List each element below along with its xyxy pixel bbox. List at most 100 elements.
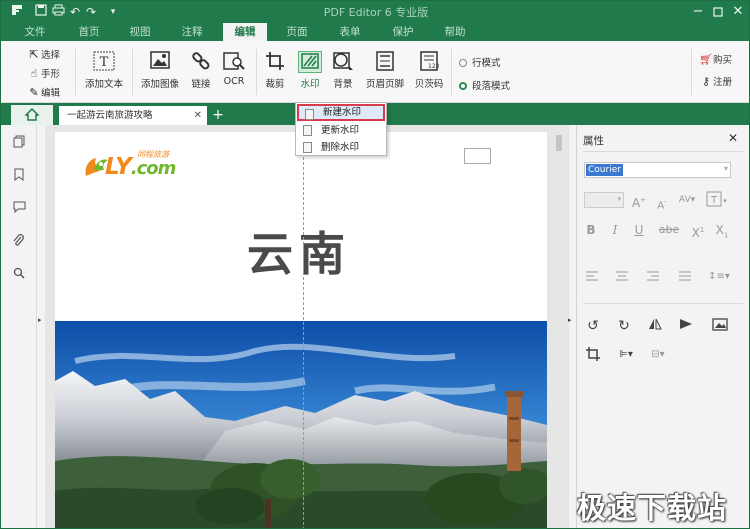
subscript-icon[interactable]: X1 — [713, 222, 731, 239]
close-panel-icon[interactable]: ✕ — [728, 131, 738, 145]
menu-comment[interactable]: 注释 — [172, 23, 212, 41]
center-guide-line — [303, 132, 304, 528]
hand-tool[interactable]: ☝ 手形 — [27, 66, 60, 82]
new-watermark-item[interactable]: 新建水印 — [297, 104, 385, 121]
image-icon — [148, 51, 172, 73]
menu-edit[interactable]: 编辑 — [223, 23, 267, 41]
bates-icon: 123 — [417, 51, 441, 73]
document-viewport[interactable]: 同程旅游 LY.com 云南 — [45, 125, 569, 528]
ribbon-separator — [451, 49, 452, 95]
update-watermark-item[interactable]: 更新水印 — [297, 122, 385, 139]
vertical-scrollbar[interactable] — [556, 135, 562, 528]
flip-vertical-icon[interactable] — [677, 318, 695, 334]
menu-file[interactable]: 文件 — [15, 23, 55, 41]
title-bar: ↶ ↷ ▾ PDF Editor 6 专业版 − ✕ — [1, 1, 749, 23]
key-icon: ⚷ — [701, 75, 711, 88]
bookmark-icon[interactable] — [12, 168, 26, 182]
background-button[interactable]: 背景 — [330, 51, 356, 90]
line-mode-radio[interactable]: 行模式 — [459, 57, 501, 71]
select-tool[interactable]: ⇱ 选择 — [27, 47, 60, 63]
superscript-icon[interactable]: X1 — [689, 222, 707, 240]
line-spacing-icon[interactable]: ↕≡▾ — [707, 269, 731, 285]
radio-on-icon — [459, 82, 467, 90]
document-tab[interactable]: 一起游云南旅游攻略 ✕ — [59, 106, 207, 125]
left-panel-expand-icon[interactable]: ▸ — [38, 316, 45, 326]
align-center-icon[interactable] — [614, 269, 630, 285]
font-family-select[interactable]: Courier ▾ — [584, 162, 731, 178]
comment-icon[interactable] — [12, 201, 26, 215]
menu-protect[interactable]: 保护 — [383, 23, 423, 41]
radio-off-icon — [459, 59, 467, 67]
add-image-button[interactable]: 添加图像 — [140, 51, 180, 90]
link-icon — [189, 51, 213, 73]
close-tab-icon[interactable]: ✕ — [194, 106, 202, 125]
menu-view[interactable]: 视图 — [120, 23, 160, 41]
character-spacing-icon[interactable]: AV▾ — [676, 192, 698, 208]
align-objects-icon[interactable]: ⊫▾ — [613, 347, 639, 363]
watermark-icon — [298, 51, 322, 73]
background-icon — [331, 51, 355, 73]
header-footer-icon — [373, 51, 397, 73]
buy-button[interactable]: 🛒︎购买 — [699, 52, 732, 68]
watermark-button[interactable]: 水印 — [296, 51, 324, 90]
flip-horizontal-icon[interactable] — [646, 318, 664, 334]
decrease-font-icon[interactable]: A- — [653, 194, 671, 211]
home-tab[interactable] — [11, 105, 53, 125]
strikethrough-icon[interactable]: abe — [656, 222, 682, 238]
bates-button[interactable]: 123 贝茨码 — [411, 51, 447, 90]
new-tab-button[interactable]: + — [210, 106, 226, 124]
menu-home[interactable]: 首页 — [69, 23, 109, 41]
rotate-right-icon[interactable]: ↻ — [615, 318, 633, 334]
increase-font-icon[interactable]: A+ — [629, 192, 649, 210]
crop-button[interactable]: 裁剪 — [262, 51, 288, 90]
align-right-icon[interactable] — [645, 269, 661, 285]
paragraph-mode-radio[interactable]: 段落模式 — [459, 80, 510, 94]
header-footer-button[interactable]: 页眉页脚 — [365, 51, 405, 90]
properties-panel: 属性 ✕ Courier ▾ ▾ A+ A- AV▾ T ▾ B I U abe … — [576, 125, 749, 528]
distribute-objects-icon[interactable]: ⊟▾ — [646, 347, 670, 363]
align-left-icon[interactable] — [584, 269, 600, 285]
crop-icon — [263, 51, 287, 73]
panel-separator — [583, 303, 743, 304]
font-size-select[interactable]: ▾ — [584, 192, 624, 208]
edit-ribbon: ⇱ 选择 ☝ 手形 ✎ 编辑 T 添加文本 添加图像 链接 OCR 裁剪 水印 … — [1, 41, 749, 103]
replace-image-icon[interactable] — [710, 318, 730, 334]
ribbon-separator — [132, 49, 133, 95]
cart-icon: 🛒︎ — [699, 53, 713, 66]
crop-image-icon[interactable] — [584, 347, 602, 363]
italic-icon[interactable]: I — [607, 222, 623, 238]
link-button[interactable]: 链接 — [188, 51, 214, 90]
right-panel-expand-icon[interactable]: ▸ — [568, 316, 575, 326]
justify-icon[interactable] — [677, 269, 693, 285]
underline-icon[interactable]: U — [631, 222, 647, 238]
watermark-dropdown-menu: 新建水印 更新水印 删除水印 — [295, 102, 387, 156]
ocr-button[interactable]: OCR — [221, 51, 247, 87]
pdf-page[interactable]: 同程旅游 LY.com 云南 — [55, 132, 547, 528]
maximize-icon[interactable] — [709, 3, 727, 21]
menu-help[interactable]: 帮助 — [435, 23, 475, 41]
text-box-style-icon[interactable]: T ▾ — [704, 191, 730, 207]
close-window-icon[interactable]: ✕ — [729, 3, 747, 21]
search-icon[interactable] — [12, 267, 26, 281]
svg-text:▾: ▾ — [723, 197, 727, 205]
edit-icon: ✎ — [29, 86, 39, 99]
page-frame-box[interactable] — [464, 148, 491, 164]
attachment-icon[interactable] — [12, 234, 26, 248]
minimize-icon[interactable]: − — [689, 3, 707, 21]
menu-page[interactable]: 页面 — [277, 23, 317, 41]
text-box-icon: T — [92, 51, 116, 73]
rotate-left-icon[interactable]: ↺ — [584, 318, 602, 334]
site-watermark: 极速下载站 — [577, 491, 728, 525]
chevron-down-icon: ▾ — [723, 164, 728, 173]
edit-tool[interactable]: ✎ 编辑 — [27, 85, 60, 101]
add-text-button[interactable]: T 添加文本 — [83, 51, 125, 90]
pages-thumbnail-icon[interactable] — [12, 135, 26, 149]
register-button[interactable]: ⚷ 注册 — [699, 74, 732, 90]
scrollbar-thumb[interactable] — [556, 135, 562, 151]
window-title: PDF Editor 6 专业版 — [323, 6, 429, 19]
chevron-down-icon: ▾ — [617, 195, 621, 203]
bold-icon[interactable]: B — [583, 222, 599, 238]
menu-form[interactable]: 表单 — [330, 23, 370, 41]
page-title: 云南 — [247, 227, 351, 281]
delete-watermark-item[interactable]: 删除水印 — [297, 139, 385, 156]
